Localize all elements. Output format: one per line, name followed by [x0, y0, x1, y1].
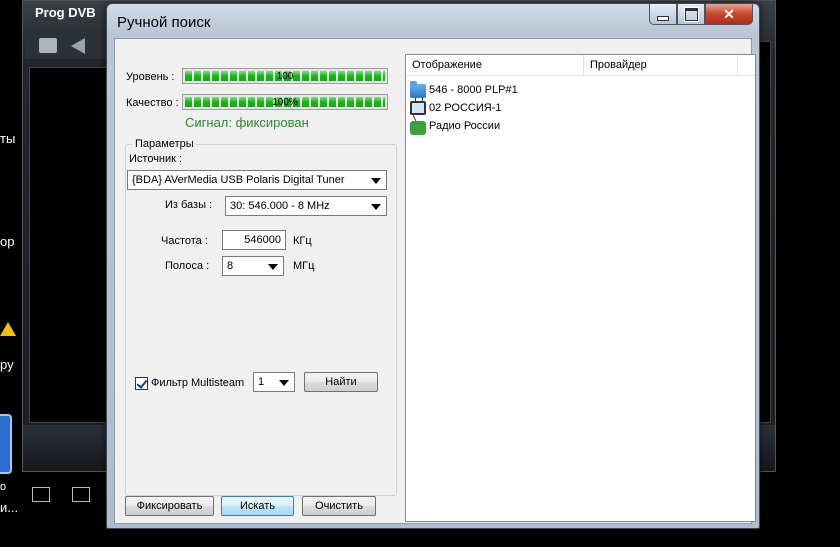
chevron-down-icon [279, 380, 289, 386]
manual-search-dialog: Ручной поиск ✕ Уровень : 100 Качество : … [106, 3, 760, 529]
list-item[interactable]: Радио России [410, 117, 501, 135]
parent-toolbar [25, 33, 115, 59]
tv-icon [410, 100, 426, 115]
find-button[interactable]: Найти [304, 372, 378, 392]
base-label: Из базы : [165, 199, 213, 211]
fix-button[interactable]: Фиксировать [125, 496, 214, 516]
list-item[interactable]: 02 РОССИЯ-1 [410, 99, 501, 116]
checkmark-icon [136, 377, 148, 389]
list-header: Отображение Провайдер [406, 55, 755, 76]
desktop-text-fragment: ру [0, 357, 14, 372]
source-label: Источник : [129, 153, 183, 165]
frequency-input[interactable]: 546000 [222, 230, 286, 250]
desktop-app-icon[interactable] [0, 414, 12, 474]
params-group-title: Параметры [133, 138, 196, 150]
minimize-icon [657, 15, 669, 21]
source-select[interactable]: {BDA} AVerMedia USB Polaris Digital Tune… [127, 170, 387, 190]
maximize-icon [683, 6, 699, 22]
level-meter: 100 [182, 68, 388, 84]
channel-list[interactable]: Отображение Провайдер 546 - 8000 PLP#1 0… [405, 54, 756, 522]
maximize-button[interactable] [677, 4, 705, 25]
desktop-text-fragment: ор [0, 234, 15, 249]
quality-label: Качество : [126, 97, 179, 109]
desktop-text-fragment: о [0, 481, 7, 493]
multistream-filter-label: Фильтр Multisteam [151, 377, 245, 389]
parent-control-square[interactable] [72, 487, 90, 502]
desktop-text-fragment: ты [0, 131, 16, 146]
band-unit: МГц [293, 260, 315, 272]
desktop-text-fragment: и... [0, 500, 19, 515]
frequency-unit: КГц [293, 235, 312, 247]
band-value: 8 [227, 260, 234, 272]
parent-control-square[interactable] [32, 487, 50, 502]
level-value: 100 [276, 70, 294, 82]
warning-icon [0, 322, 16, 336]
frequency-label: Частота : [161, 235, 208, 247]
multistream-value: 1 [258, 376, 265, 388]
signal-status: Сигнал: фиксирован [185, 115, 309, 130]
minimize-button[interactable] [649, 4, 677, 25]
quality-meter: 100% [182, 94, 388, 110]
base-select[interactable]: 30: 546.000 - 8 MHz [225, 196, 387, 216]
chevron-down-icon [371, 178, 381, 184]
source-value: {BDA} AVerMedia USB Polaris Digital Tune… [132, 174, 345, 186]
list-item-label: Радио России [429, 119, 501, 132]
close-icon: ✕ [723, 5, 735, 22]
list-item-label: 546 - 8000 PLP#1 [429, 83, 518, 96]
radio-icon [410, 121, 426, 135]
caption-buttons: ✕ [649, 4, 753, 26]
multistream-filter-checkbox[interactable] [135, 377, 148, 390]
chevron-down-icon [268, 264, 278, 270]
multistream-select[interactable]: 1 [253, 372, 295, 392]
back-arrow-icon[interactable] [71, 38, 85, 54]
open-folder-icon[interactable] [39, 38, 57, 53]
close-button[interactable]: ✕ [705, 4, 753, 25]
level-label: Уровень : [126, 71, 175, 83]
base-value: 30: 546.000 - 8 MHz [230, 200, 330, 212]
video-area [29, 67, 111, 423]
list-item[interactable]: 546 - 8000 PLP#1 [410, 80, 518, 98]
dialog-title: Ручной поиск [117, 14, 211, 31]
quality-value: 100% [272, 96, 298, 108]
search-settings-panel: Уровень : 100 Качество : 100% Сигнал: фи… [115, 39, 398, 523]
list-item-label: 02 РОССИЯ-1 [429, 101, 502, 114]
clear-button[interactable]: Очистить [302, 496, 376, 516]
chevron-down-icon [371, 204, 381, 210]
column-header-display[interactable]: Отображение [406, 55, 584, 75]
search-button[interactable]: Искать [221, 496, 294, 516]
dialog-client-area: Уровень : 100 Качество : 100% Сигнал: фи… [114, 38, 756, 524]
folder-icon [410, 80, 426, 98]
parent-window-title: Prog DVB [35, 5, 96, 20]
parent-scrollbar[interactable] [759, 41, 771, 423]
band-select[interactable]: 8 [222, 256, 284, 276]
band-label: Полоса : [165, 260, 210, 272]
column-header-provider[interactable]: Провайдер [584, 55, 738, 75]
